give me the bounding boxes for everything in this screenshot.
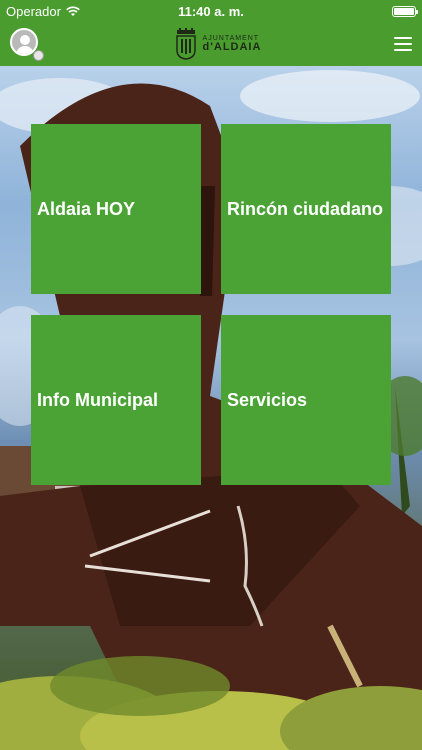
tile-label: Info Municipal — [37, 389, 158, 410]
logo-line2: d'ALDAIA — [202, 41, 262, 53]
nav-bar: AJUNTAMENT d'ALDAIA — [0, 22, 422, 66]
tile-info-municipal[interactable]: Info Municipal — [31, 315, 201, 485]
status-left: Operador — [6, 4, 80, 19]
ajuntament-logo: AJUNTAMENT d'ALDAIA — [175, 28, 262, 60]
battery-icon — [392, 5, 418, 17]
tile-label: Aldaia HOY — [37, 198, 136, 219]
profile-button[interactable] — [10, 28, 44, 61]
carrier-label: Operador — [6, 3, 61, 19]
wifi-icon — [66, 5, 80, 16]
battery-fill — [394, 7, 414, 15]
crest-icon — [175, 28, 196, 60]
status-bar: Operador 11:40 a. m. — [0, 0, 422, 22]
tile-rincon-ciudadano[interactable]: Rincón ciudadano — [221, 124, 391, 294]
tile-label: Rincón ciudadano — [227, 198, 384, 219]
tile-servicios[interactable]: Servicios — [221, 315, 391, 485]
settings-badge-icon — [33, 50, 44, 61]
hamburger-menu-icon[interactable] — [393, 37, 412, 51]
tile-label: Servicios — [227, 389, 308, 410]
tile-aldaia-hoy[interactable]: Aldaia HOY — [31, 124, 201, 294]
